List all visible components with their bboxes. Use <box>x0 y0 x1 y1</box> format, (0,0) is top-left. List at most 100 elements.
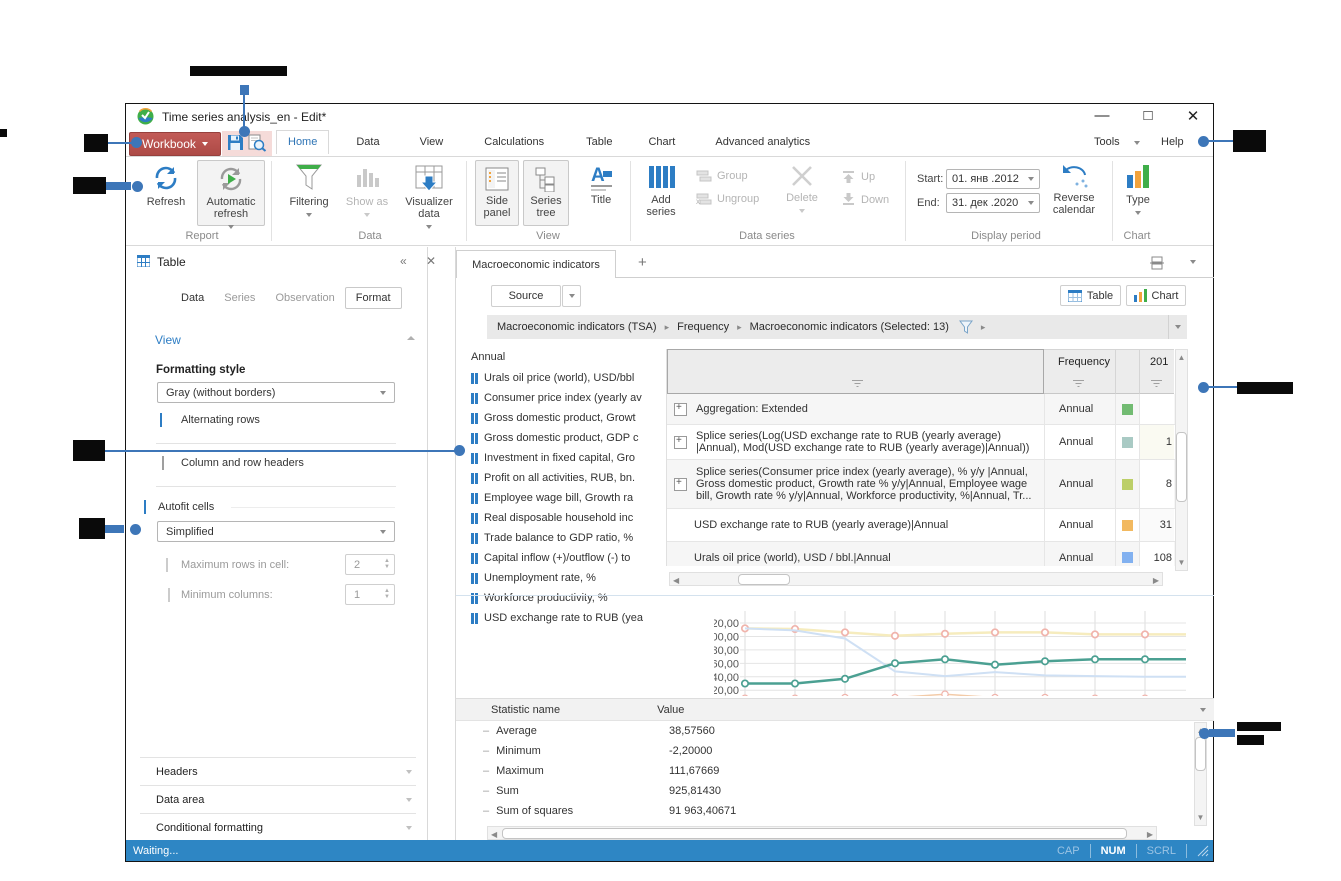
scroll-up-icon[interactable]: ▲ <box>1176 350 1187 362</box>
stats-options-caret-icon[interactable] <box>1200 708 1206 712</box>
filtering-button[interactable]: Filtering <box>284 163 334 220</box>
panel-tab-format[interactable]: Format <box>345 287 402 309</box>
close-button[interactable]: ✕ <box>1179 107 1207 125</box>
tab-data[interactable]: Data <box>344 130 391 154</box>
expand-icon[interactable] <box>674 436 687 449</box>
series-item[interactable]: Trade balance to GDP ratio, % <box>471 528 663 548</box>
series-item[interactable]: Gross domestic product, GDP c <box>471 428 663 448</box>
stat-row[interactable]: –Sum of squares91 963,40671 <box>456 801 1214 821</box>
side-panel-button[interactable]: Side panel <box>475 160 519 226</box>
tab-advanced-analytics[interactable]: Advanced analytics <box>703 130 822 154</box>
scroll-left-icon[interactable]: ◀ <box>491 830 497 839</box>
frequency-header-cell[interactable]: Frequency <box>1044 349 1115 394</box>
panel-tab-data[interactable]: Data <box>171 288 214 308</box>
filter-glyph-icon[interactable] <box>851 379 864 388</box>
series-item[interactable]: Workforce productivity, % <box>471 588 663 608</box>
sheet-tab-macroeconomic[interactable]: Macroeconomic indicators <box>456 250 616 278</box>
scroll-right-icon[interactable]: ▶ <box>1147 830 1153 839</box>
headers-section[interactable]: Headers <box>140 757 416 786</box>
table-horizontal-scrollbar[interactable]: ◀ ▶ <box>669 572 1163 586</box>
tab-table[interactable]: Table <box>574 130 624 154</box>
year-header-cell[interactable]: 201 <box>1139 349 1174 394</box>
column-row-headers-checkbox[interactable] <box>162 456 164 470</box>
workbook-button[interactable]: Workbook <box>129 132 221 156</box>
series-item[interactable]: Gross domestic product, Growt <box>471 408 663 428</box>
scroll-right-icon[interactable]: ▶ <box>1153 576 1159 585</box>
view-section-header[interactable]: View <box>155 333 181 347</box>
stat-row[interactable]: –Maximum111,67669 <box>456 761 1214 781</box>
tab-calculations[interactable]: Calculations <box>472 130 556 154</box>
series-item[interactable]: Capital inflow (+)/outflow (-) to <box>471 548 663 568</box>
panel-tab-observation[interactable]: Observation <box>265 288 344 308</box>
alternating-rows-checkbox[interactable] <box>160 413 162 427</box>
table-vertical-scrollbar[interactable]: ▲ ▼ <box>1175 349 1188 571</box>
breadcrumb-item-frequency[interactable]: Frequency <box>677 321 729 333</box>
data-area-section[interactable]: Data area <box>140 785 416 814</box>
breadcrumb-item-tsa[interactable]: Macroeconomic indicators (TSA) <box>497 321 657 333</box>
table-row[interactable]: Urals oil price (world), USD / bbl.|Annu… <box>667 542 1175 566</box>
close-panel-icon[interactable]: ✕ <box>426 254 436 268</box>
maximize-button[interactable]: □ <box>1134 107 1162 124</box>
menu-tools[interactable]: Tools <box>1094 136 1120 148</box>
table-row[interactable]: Splice series(Consumer price index (year… <box>667 460 1175 509</box>
series-item[interactable]: Investment in fixed capital, Gro <box>471 448 663 468</box>
visualizer-data-button[interactable]: Visualizer data <box>398 163 460 232</box>
breadcrumb-more-button[interactable] <box>1168 315 1187 339</box>
add-sheet-button[interactable]: + <box>638 254 647 271</box>
series-item[interactable]: Employee wage bill, Growth ra <box>471 488 663 508</box>
corner-header-cell[interactable] <box>667 349 1044 394</box>
expand-icon[interactable] <box>674 478 687 491</box>
stats-name-header[interactable]: Statistic name <box>491 704 560 716</box>
tab-home[interactable]: Home <box>276 130 329 154</box>
expand-icon[interactable] <box>674 403 687 416</box>
series-item[interactable]: USD exchange rate to RUB (yea <box>471 608 663 628</box>
scroll-down-icon[interactable]: ▼ <box>1195 813 1206 822</box>
scroll-down-icon[interactable]: ▼ <box>1176 558 1187 567</box>
tools-caret-icon[interactable] <box>1134 141 1140 145</box>
scrollbar-thumb[interactable] <box>738 574 790 585</box>
autofit-cells-checkbox[interactable] <box>144 500 146 514</box>
add-series-button[interactable]: Add series <box>638 163 684 218</box>
automatic-refresh-button[interactable]: Automatic refresh <box>197 160 265 226</box>
stats-value-header[interactable]: Value <box>657 704 684 716</box>
breadcrumb-filter-icon[interactable] <box>959 320 973 335</box>
breadcrumb-item-selected[interactable]: Macroeconomic indicators (Selected: 13) <box>750 321 949 333</box>
collapse-panel-icon[interactable]: « <box>400 254 407 268</box>
tab-chart[interactable]: Chart <box>636 130 687 154</box>
series-item[interactable]: Consumer price index (yearly av <box>471 388 663 408</box>
stat-row[interactable]: –Average38,57560 <box>456 721 1214 741</box>
start-date-combo[interactable]: 01. янв .2012 <box>946 169 1040 189</box>
stat-row[interactable]: –Minimum-2,20000 <box>456 741 1214 761</box>
scroll-left-icon[interactable]: ◀ <box>673 576 679 585</box>
menu-help[interactable]: Help <box>1161 136 1184 148</box>
autofit-mode-dropdown[interactable]: Simplified <box>157 521 395 542</box>
scrollbar-thumb[interactable] <box>502 828 1127 839</box>
table-row[interactable]: Splice series(Log(USD exchange rate to R… <box>667 425 1175 460</box>
scrollbar-thumb[interactable] <box>1195 737 1206 771</box>
end-date-combo[interactable]: 31. дек .2020 <box>946 193 1040 213</box>
minimize-button[interactable]: — <box>1088 107 1116 124</box>
series-group-label[interactable]: Annual <box>471 346 663 368</box>
resize-grip-icon[interactable] <box>1197 845 1209 857</box>
table-row[interactable]: USD exchange rate to RUB (yearly average… <box>667 509 1175 542</box>
layout-caret-icon[interactable] <box>1190 260 1196 264</box>
tab-view[interactable]: View <box>408 130 456 154</box>
layout-view-icon[interactable] <box>1150 256 1164 270</box>
print-preview-icon[interactable] <box>248 134 267 152</box>
scrollbar-thumb[interactable] <box>1176 432 1187 502</box>
conditional-formatting-section[interactable]: Conditional formatting <box>140 813 416 843</box>
source-caret-button[interactable] <box>562 285 581 307</box>
view-collapse-icon[interactable] <box>407 336 415 340</box>
breadcrumb-arrow-icon[interactable]: ▸ <box>981 322 986 333</box>
filter-glyph-icon[interactable] <box>1150 379 1163 388</box>
series-item[interactable]: Profit on all activities, RUB, bn. <box>471 468 663 488</box>
table-row[interactable]: Aggregation: Extended Annual <box>667 394 1175 425</box>
series-item[interactable]: Urals oil price (world), USD/bbl <box>471 368 663 388</box>
series-tree-button[interactable]: Series tree <box>523 160 569 226</box>
source-button[interactable]: Source <box>491 285 561 307</box>
filter-glyph-icon[interactable] <box>1072 379 1085 388</box>
chart-type-button[interactable]: Type <box>1118 163 1158 218</box>
series-item[interactable]: Unemployment rate, % <box>471 568 663 588</box>
reverse-calendar-button[interactable]: Reverse calendar <box>1044 163 1104 216</box>
formatting-style-dropdown[interactable]: Gray (without borders) <box>157 382 395 403</box>
